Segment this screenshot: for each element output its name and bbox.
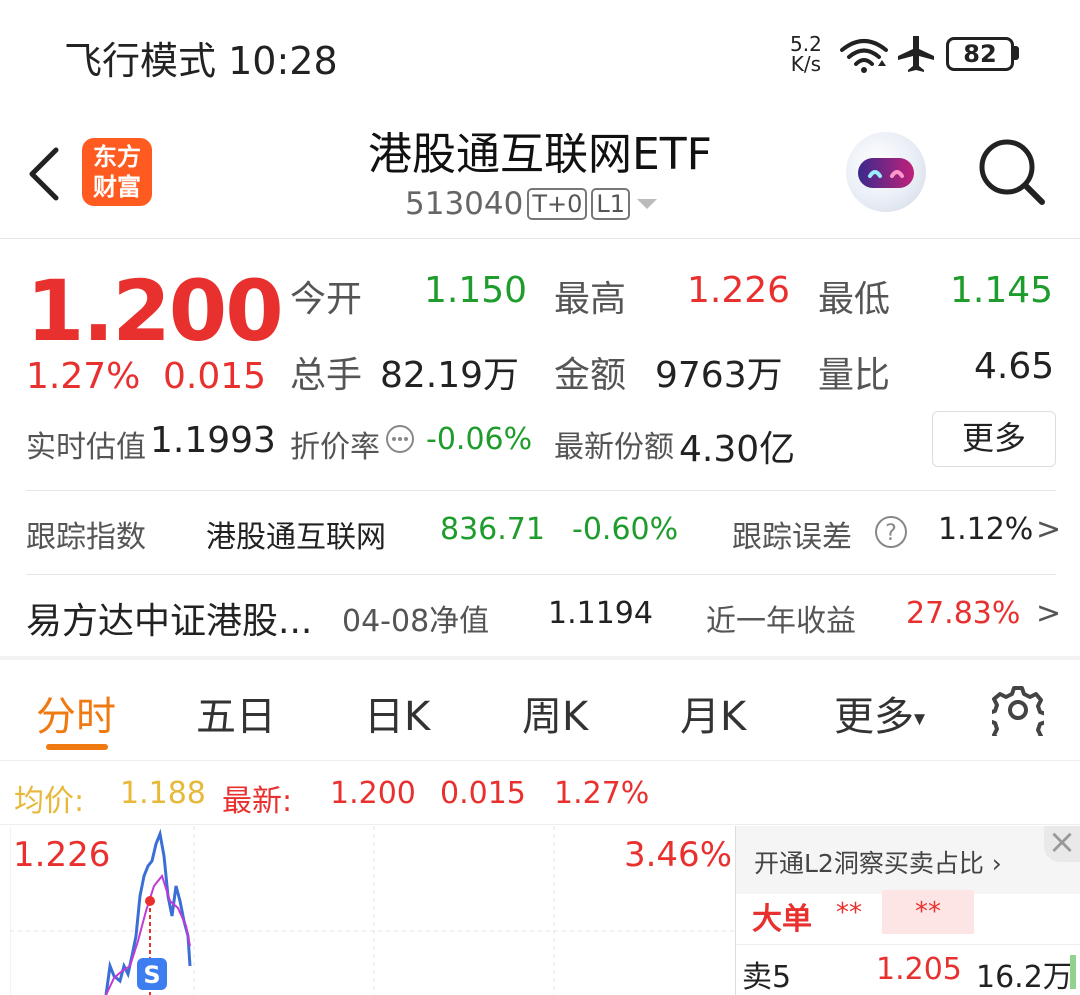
battery-tip xyxy=(1014,46,1019,60)
low-label: 最低 xyxy=(818,279,891,320)
fund-arrow-icon[interactable]: > xyxy=(1036,596,1061,631)
intraday-chart[interactable]: S 1.226 3.46% xyxy=(10,826,734,995)
section-divider xyxy=(0,656,1080,660)
iopv-label: 实时估值 xyxy=(26,430,146,465)
latest-change: 0.015 xyxy=(440,776,526,811)
tab-five-day[interactable]: 五日 xyxy=(196,684,276,742)
search-icon[interactable] xyxy=(976,136,1048,208)
fund-name[interactable]: 易方达中证港股... xyxy=(26,592,312,644)
tab-daily-k[interactable]: 日K xyxy=(364,684,430,742)
amount-label: 金额 xyxy=(554,355,627,396)
discount-label: 折价率 xyxy=(290,430,380,465)
svg-text:?: ? xyxy=(885,521,897,546)
tab-more[interactable]: 更多▾ xyxy=(834,684,925,742)
pct-axis-max-label: 3.46% xyxy=(624,835,732,875)
robot-face-icon xyxy=(858,158,914,188)
tracking-arrow-icon[interactable]: > xyxy=(1036,512,1061,547)
big-order-masked-1: ** xyxy=(836,898,862,928)
sell5-volume: 16.2万 xyxy=(976,960,1073,995)
l2-promo-text[interactable]: 开通L2洞察买卖占比 › xyxy=(754,844,1002,880)
clock: 10:28 xyxy=(228,39,338,83)
latest-percent: 1.27% xyxy=(554,776,650,811)
sell5-price: 1.205 xyxy=(876,952,962,987)
divider xyxy=(26,490,1056,491)
settings-gear-icon[interactable] xyxy=(992,684,1044,736)
volume-ratio-value: 4.65 xyxy=(974,346,1055,387)
high-label: 最高 xyxy=(554,279,627,320)
tracking-index-label: 跟踪指数 xyxy=(26,520,146,555)
tab-more-label: 更多 xyxy=(834,694,914,740)
open-value: 1.150 xyxy=(424,270,528,311)
wifi-icon xyxy=(840,39,888,73)
net-speed-unit: K/s xyxy=(790,52,822,76)
active-tab-indicator xyxy=(46,744,108,750)
sell5-label: 卖5 xyxy=(742,960,792,995)
amount-value: 9763万 xyxy=(655,355,783,396)
annual-return-label: 近一年收益 xyxy=(706,604,856,639)
assistant-robot-avatar[interactable] xyxy=(846,132,926,212)
low-value: 1.145 xyxy=(950,270,1054,311)
tab-monthly-k[interactable]: 月K xyxy=(680,684,746,742)
network-speed: 5.2 K/s xyxy=(790,34,822,74)
high-value: 1.226 xyxy=(687,270,791,311)
change-amount: 0.015 xyxy=(163,356,267,397)
airplane-mode-label: 飞行模式 xyxy=(64,39,217,83)
tracking-index-name[interactable]: 港股通互联网 xyxy=(206,512,386,556)
net-speed-value: 5.2 xyxy=(790,32,822,56)
caret-down-icon: ▾ xyxy=(914,706,926,732)
tracking-error-value[interactable]: 1.12% xyxy=(938,512,1033,547)
dropdown-caret-icon[interactable] xyxy=(634,194,660,214)
volume-value: 82.19万 xyxy=(380,355,520,396)
level-tag: L1 xyxy=(591,188,631,220)
divider xyxy=(0,824,1080,825)
chevron-right-icon: › xyxy=(991,849,1002,878)
s-marker-text: S xyxy=(143,961,160,989)
l2-promo-label: 开通L2洞察买卖占比 xyxy=(754,849,984,878)
nav-label: 04-08净值 xyxy=(342,604,490,639)
big-order-label: 大单 xyxy=(752,902,812,937)
battery-level: 82 xyxy=(963,40,997,68)
info-dots-icon[interactable] xyxy=(385,424,415,454)
avg-price-value: 1.188 xyxy=(120,776,206,811)
volume-label: 总手 xyxy=(290,355,363,396)
more-button[interactable]: 更多 xyxy=(932,411,1056,467)
header-divider xyxy=(0,238,1080,239)
discount-value: -0.06% xyxy=(426,422,533,457)
status-bar-time: 飞行模式 10:28 xyxy=(64,30,338,85)
divider xyxy=(0,760,1080,761)
stock-code: 513040 xyxy=(405,186,524,222)
y-axis-max-label: 1.226 xyxy=(13,835,110,875)
shares-label: 最新份额 xyxy=(554,430,674,465)
open-label: 今开 xyxy=(290,279,363,320)
divider xyxy=(736,944,1080,945)
tracking-index-value: 836.71 xyxy=(440,512,545,547)
avg-price-label: 均价: xyxy=(14,784,85,819)
tracking-index-change: -0.60% xyxy=(572,512,679,547)
divider xyxy=(26,574,1056,575)
nav-value: 1.1194 xyxy=(548,596,653,631)
current-price: 1.200 xyxy=(26,262,284,360)
volume-ratio-label: 量比 xyxy=(818,355,891,396)
big-order-masked-2[interactable]: ** xyxy=(882,890,974,934)
price-marker-dot xyxy=(145,896,155,906)
stock-code-row[interactable]: 513040 T+0 L1 xyxy=(405,186,660,222)
shares-value: 4.30亿 xyxy=(679,429,796,470)
tab-weekly-k[interactable]: 周K xyxy=(522,684,588,742)
battery-icon: 82 xyxy=(946,37,1014,71)
sell5-volume-bar xyxy=(1070,955,1076,989)
change-percent: 1.27% xyxy=(26,356,141,397)
iopv-value: 1.1993 xyxy=(150,420,276,461)
annual-return-value[interactable]: 27.83% xyxy=(906,596,1020,631)
close-icon[interactable]: × xyxy=(1044,825,1080,862)
airplane-icon xyxy=(898,36,934,72)
latest-label: 最新: xyxy=(222,784,293,819)
t0-tag: T+0 xyxy=(527,188,588,220)
help-icon[interactable]: ? xyxy=(874,515,908,549)
latest-price: 1.200 xyxy=(330,776,416,811)
tab-timeshare[interactable]: 分时 xyxy=(36,684,116,742)
tracking-error-label: 跟踪误差 xyxy=(732,520,852,555)
